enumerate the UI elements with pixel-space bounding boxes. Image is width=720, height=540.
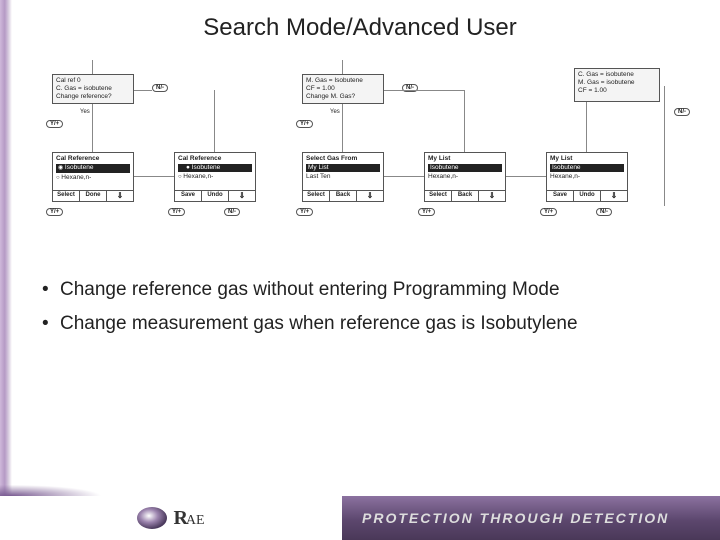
arrow	[384, 90, 464, 91]
btnrow: Save Undo ⇓	[547, 190, 627, 201]
btnrow: Select Back ⇓	[303, 190, 383, 201]
btn-undo: Undo	[574, 191, 601, 201]
arrow	[92, 104, 93, 152]
arrow	[92, 60, 93, 74]
box-mylist: My List Isobutene Hexane,n- Select Back …	[424, 152, 506, 202]
box-calref0: Cal ref 0 C. Gas = isobutene Change refe…	[52, 74, 134, 104]
btn-down: ⇓	[229, 191, 255, 201]
t: Change M. Gas?	[306, 93, 380, 101]
bullet-2: Change measurement gas when reference ga…	[42, 312, 696, 336]
key-n4: N/-	[674, 108, 690, 116]
btn-done: Done	[80, 191, 107, 201]
arrow	[214, 90, 215, 152]
arrow	[664, 86, 665, 206]
t: CF = 1.00	[306, 85, 380, 93]
t: CF = 1.00	[578, 87, 656, 95]
opt-iso3: Isobutene	[428, 164, 502, 172]
key-yplus6: Y/+	[418, 208, 435, 216]
opt-hex4: Hexane,n-	[550, 173, 624, 181]
hdr: Cal Reference	[56, 155, 130, 163]
key-n5: N/-	[596, 208, 612, 216]
bullet-1: Change reference gas without entering Pr…	[42, 278, 696, 302]
logo-area: RAE	[0, 496, 342, 540]
btnrow: Save Undo ⇓	[175, 190, 255, 201]
arrow	[134, 176, 174, 177]
btn-down: ⇓	[357, 191, 383, 201]
opt-iso2: ● Isobutene	[178, 164, 252, 172]
opt-iso4: Isobutene	[550, 164, 624, 172]
key-yplus2: Y/+	[46, 208, 63, 216]
t: C. Gas = isobutene	[578, 71, 656, 79]
arrow	[342, 104, 343, 152]
opt-lastten: Last Ten	[306, 173, 380, 181]
opt-iso: Isobutene	[56, 164, 130, 173]
key-yplus3: Y/+	[168, 208, 185, 216]
box-mgas: M. Gas = Isobutene CF = 1.00 Change M. G…	[302, 74, 384, 104]
key-yplus7: Y/+	[540, 208, 557, 216]
key-n2: N/-	[224, 208, 240, 216]
btnrow: Select Done ⇓	[53, 190, 133, 201]
arrow	[464, 90, 465, 152]
hdr: Cal Reference	[178, 155, 252, 163]
footer-tagline: PROTECTION THROUGH DETECTION	[342, 496, 720, 540]
opt-hex2: Hexane,n-	[178, 173, 252, 182]
logo-text-ae: AE	[186, 513, 205, 528]
key-yplus5: Y/+	[296, 208, 313, 216]
bullet-list: Change reference gas without entering Pr…	[42, 278, 696, 336]
btn-down: ⇓	[107, 191, 133, 201]
opt-mylist: My List	[306, 164, 380, 172]
hdr: My List	[428, 155, 502, 163]
box-summary: C. Gas = isobutene M. Gas = isobutene CF…	[574, 68, 660, 102]
key-n: N/-	[152, 84, 168, 92]
opt-hex: Hexane,n-	[56, 174, 130, 183]
hdr: Select Gas From	[306, 155, 380, 163]
key-yplus4: Y/+	[296, 120, 313, 128]
arrow	[134, 90, 152, 91]
arrow	[384, 176, 424, 177]
t: M. Gas = Isobutene	[306, 77, 380, 85]
arrow	[506, 176, 546, 177]
footer-bar: RAE PROTECTION THROUGH DETECTION	[0, 496, 720, 540]
rae-logo: RAE	[137, 507, 204, 530]
t: Cal ref 0	[56, 77, 130, 85]
btn-down: ⇓	[479, 191, 505, 201]
key-yplus: Y/+	[46, 120, 63, 128]
btn-select: Select	[53, 191, 80, 201]
btnrow: Select Back ⇓	[425, 190, 505, 201]
t: M. Gas = isobutene	[578, 79, 656, 87]
box-mylist-save: My List Isobutene Hexane,n- Save Undo ⇓	[546, 152, 628, 202]
left-gradient-sidebar	[0, 0, 12, 496]
btn-down: ⇓	[601, 191, 627, 201]
box-calref-save: Cal Reference ● Isobutene Hexane,n- Save…	[174, 152, 256, 202]
hdr: My List	[550, 155, 624, 163]
t: Change reference?	[56, 93, 130, 101]
page-title: Search Mode/Advanced User	[0, 0, 720, 42]
box-selectgas: Select Gas From My List Last Ten Select …	[302, 152, 384, 202]
btn-save: Save	[547, 191, 574, 201]
arrow	[342, 60, 343, 74]
flow-diagram: Cal ref 0 C. Gas = isobutene Change refe…	[44, 60, 698, 260]
arrow	[586, 102, 587, 152]
opt-hex3: Hexane,n-	[428, 173, 502, 181]
yes-label: Yes	[80, 109, 90, 115]
yes-label2: Yes	[330, 109, 340, 115]
btn-select: Select	[303, 191, 330, 201]
box-calref-select: Cal Reference Isobutene Hexane,n- Select…	[52, 152, 134, 202]
t: C. Gas = isobutene	[56, 85, 130, 93]
btn-save: Save	[175, 191, 202, 201]
btn-back: Back	[330, 191, 357, 201]
logo-swirl-icon	[137, 507, 167, 529]
accent-swoosh	[0, 472, 720, 496]
btn-undo: Undo	[202, 191, 229, 201]
btn-back: Back	[452, 191, 479, 201]
btn-select: Select	[425, 191, 452, 201]
